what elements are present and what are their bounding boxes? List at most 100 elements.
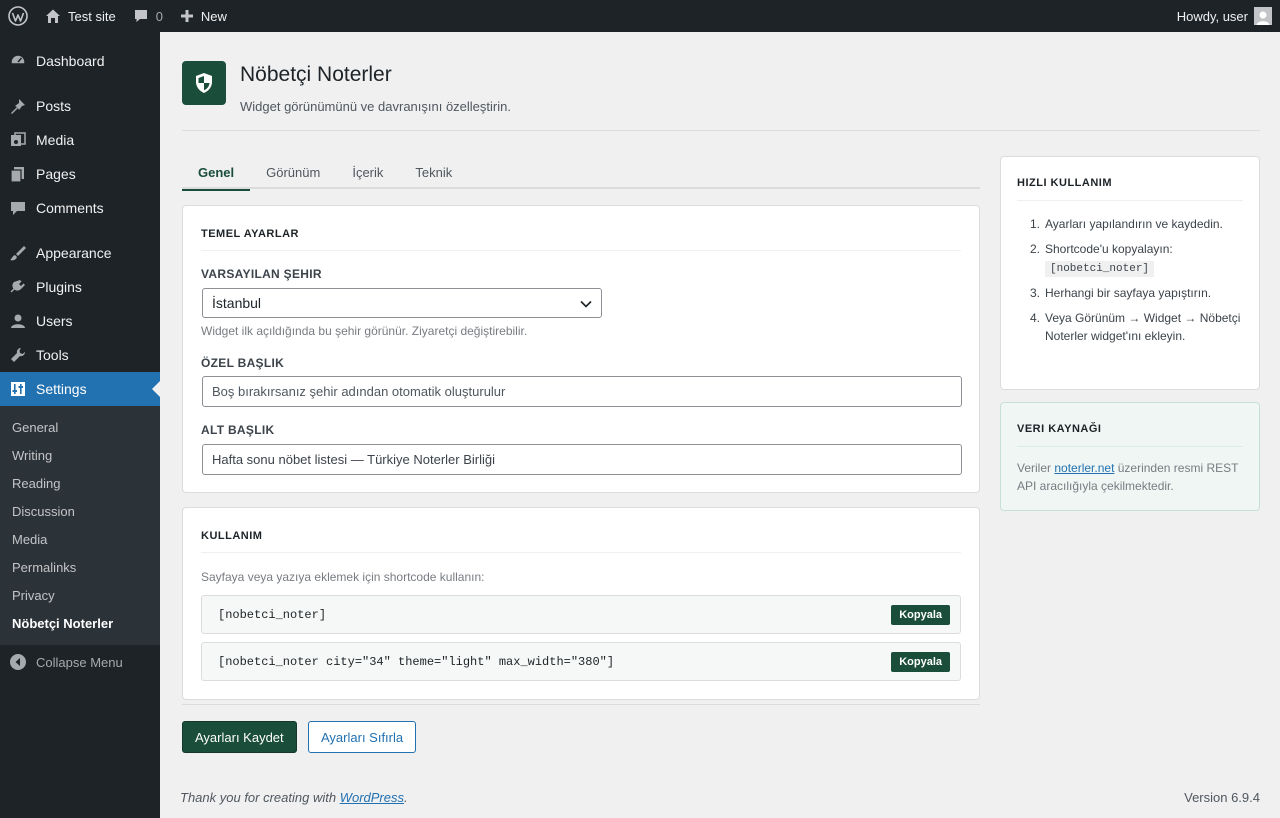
shield-icon: [196, 73, 212, 93]
user-icon: [11, 314, 25, 328]
subtitle-label: ALT BAŞLIK: [201, 423, 275, 437]
admin-sidebar: Dashboard Posts Media Pages Comments App…: [0, 32, 160, 818]
submenu-item-media[interactable]: Media: [0, 525, 160, 553]
sidebar-item-label: Dashboard: [36, 53, 105, 69]
reset-settings-button[interactable]: Ayarları Sıfırla: [308, 721, 417, 753]
footer-version: Version 6.9.4: [1184, 790, 1260, 805]
card-divider: [1017, 446, 1243, 447]
tab-genel[interactable]: Genel: [182, 156, 251, 191]
wrench-icon: [11, 347, 26, 362]
collapse-arrow-icon: [10, 654, 26, 670]
submenu-item-nobetci-noterler[interactable]: Nöbetçi Noterler: [0, 609, 160, 637]
plus-icon: [180, 10, 193, 22]
shortcode-text: [nobetci_noter city="34" theme="light" m…: [218, 654, 615, 669]
settings-submenu: General Writing Reading Discussion Media…: [0, 406, 160, 645]
sidebar-item-media[interactable]: Media: [0, 123, 160, 157]
list-item: 2. Shortcode'u kopyalayın: [nobetci_noter]: [1030, 242, 1173, 277]
shortcode-row: [nobetci_noter city="34" theme="light" m…: [201, 642, 961, 681]
pin-icon: [11, 99, 25, 114]
usage-help-text: Sayfaya veya yazıya eklemek için shortco…: [201, 570, 485, 584]
sidebar-item-settings[interactable]: Settings: [0, 372, 160, 406]
my-account-link[interactable]: Howdy, user: [1169, 0, 1280, 32]
list-item: 4. Veya Görünüm → Widget → Nöbetçi Noterl…: [1030, 311, 1241, 343]
avatar: [1254, 7, 1272, 25]
card-title: KULLANIM: [201, 530, 263, 542]
sidebar-item-pages[interactable]: Pages: [0, 157, 160, 191]
inline-shortcode: [nobetci_noter]: [1045, 261, 1155, 277]
tab-teknik[interactable]: Teknik: [399, 156, 468, 189]
save-settings-button[interactable]: Ayarları Kaydet: [182, 721, 297, 753]
dashboard-icon: [10, 54, 26, 65]
submenu-item-permalinks[interactable]: Permalinks: [0, 553, 160, 581]
comment-icon: [11, 202, 25, 215]
settings-sliders-icon: [11, 382, 25, 396]
sidebar-item-users[interactable]: Users: [0, 304, 160, 338]
submenu-item-reading[interactable]: Reading: [0, 469, 160, 497]
data-source-card: VERI KAYNAĞI Veriler noterler.net üzerin…: [1000, 402, 1260, 511]
sidebar-item-label: Settings: [36, 381, 87, 397]
sidebar-item-appearance[interactable]: Appearance: [0, 236, 160, 270]
submenu-item-writing[interactable]: Writing: [0, 441, 160, 469]
card-divider: [201, 552, 961, 553]
wordpress-logo-icon: [8, 6, 28, 26]
sidebar-item-label: Posts: [36, 98, 72, 114]
card-title: TEMEL AYARLAR: [201, 228, 299, 240]
card-divider: [1017, 200, 1243, 201]
submenu-item-general[interactable]: General: [0, 413, 160, 441]
usage-card: KULLANIM Sayfaya veya yazıya eklemek içi…: [182, 507, 980, 700]
card-title: HIZLI KULLANIM: [1017, 177, 1112, 189]
main-content: Nöbetçi Noterler Widget görünümünü ve da…: [160, 32, 1280, 818]
default-city-help: Widget ilk açıldığında bu şehir görünür.…: [201, 324, 528, 338]
footer-thanks: Thank you for creating with WordPress.: [180, 790, 408, 805]
tab-icerik[interactable]: İçerik: [336, 156, 399, 189]
wordpress-link[interactable]: WordPress: [340, 790, 404, 805]
comment-icon: [134, 10, 147, 22]
copy-button[interactable]: Kopyala: [891, 652, 950, 672]
collapse-menu-label: Collapse Menu: [36, 654, 123, 670]
subtitle-input[interactable]: Hafta sonu nöbet listesi — Türkiye Noter…: [202, 444, 962, 475]
actions-divider: [182, 704, 980, 705]
new-content-link[interactable]: New: [171, 0, 235, 32]
sidebar-item-tools[interactable]: Tools: [0, 338, 160, 372]
site-name-link[interactable]: Test site: [36, 0, 124, 32]
page-subtitle: Widget görünümünü ve davranışını özelleş…: [240, 99, 511, 114]
default-city-select[interactable]: İstanbul: [202, 288, 602, 318]
pages-icon: [10, 167, 24, 183]
sidebar-item-label: Appearance: [36, 245, 112, 261]
submenu-item-discussion[interactable]: Discussion: [0, 497, 160, 525]
shortcode-row: [nobetci_noter] Kopyala: [201, 595, 961, 634]
plugin-icon: [10, 280, 25, 293]
sidebar-item-label: Tools: [36, 347, 69, 363]
custom-title-input[interactable]: Boş bırakırsanız şehir adından otomatik …: [202, 376, 962, 407]
tab-gorunum[interactable]: Görünüm: [250, 156, 336, 189]
sidebar-item-dashboard[interactable]: Dashboard: [0, 44, 160, 78]
page-title: Nöbetçi Noterler: [240, 63, 392, 86]
page-header: Nöbetçi Noterler Widget görünümünü ve da…: [182, 61, 511, 114]
sidebar-item-plugins[interactable]: Plugins: [0, 270, 160, 304]
shortcode-text: [nobetci_noter]: [218, 607, 327, 622]
noterler-link[interactable]: noterler.net: [1054, 461, 1114, 475]
collapse-menu-button[interactable]: Collapse Menu: [0, 645, 160, 679]
default-city-value: İstanbul: [212, 295, 262, 311]
admin-bar: Test site 0 New Howdy, user: [0, 0, 1280, 32]
sidebar-item-posts[interactable]: Posts: [0, 89, 160, 123]
media-icon: [11, 132, 26, 146]
card-title: VERI KAYNAĞI: [1017, 423, 1102, 435]
site-name: Test site: [68, 8, 116, 24]
plugin-logo: [182, 61, 226, 105]
howdy-text: Howdy, user: [1176, 8, 1248, 24]
chevron-down-icon: [580, 300, 592, 308]
submenu-item-privacy[interactable]: Privacy: [0, 581, 160, 609]
sidebar-item-comments[interactable]: Comments: [0, 191, 160, 225]
sidebar-item-label: Comments: [36, 200, 104, 216]
custom-title-label: ÖZEL BAŞLIK: [201, 356, 285, 370]
wordpress-logo-button[interactable]: [0, 0, 36, 32]
header-divider: [182, 130, 1260, 131]
sidebar-item-label: Pages: [36, 166, 76, 182]
comments-link[interactable]: 0: [124, 0, 171, 32]
sidebar-item-label: Users: [36, 313, 73, 329]
sidebar-item-label: Plugins: [36, 279, 82, 295]
copy-button[interactable]: Kopyala: [891, 605, 950, 625]
user-avatar-icon: [1256, 11, 1270, 25]
sidebar-item-label: Media: [36, 132, 75, 148]
